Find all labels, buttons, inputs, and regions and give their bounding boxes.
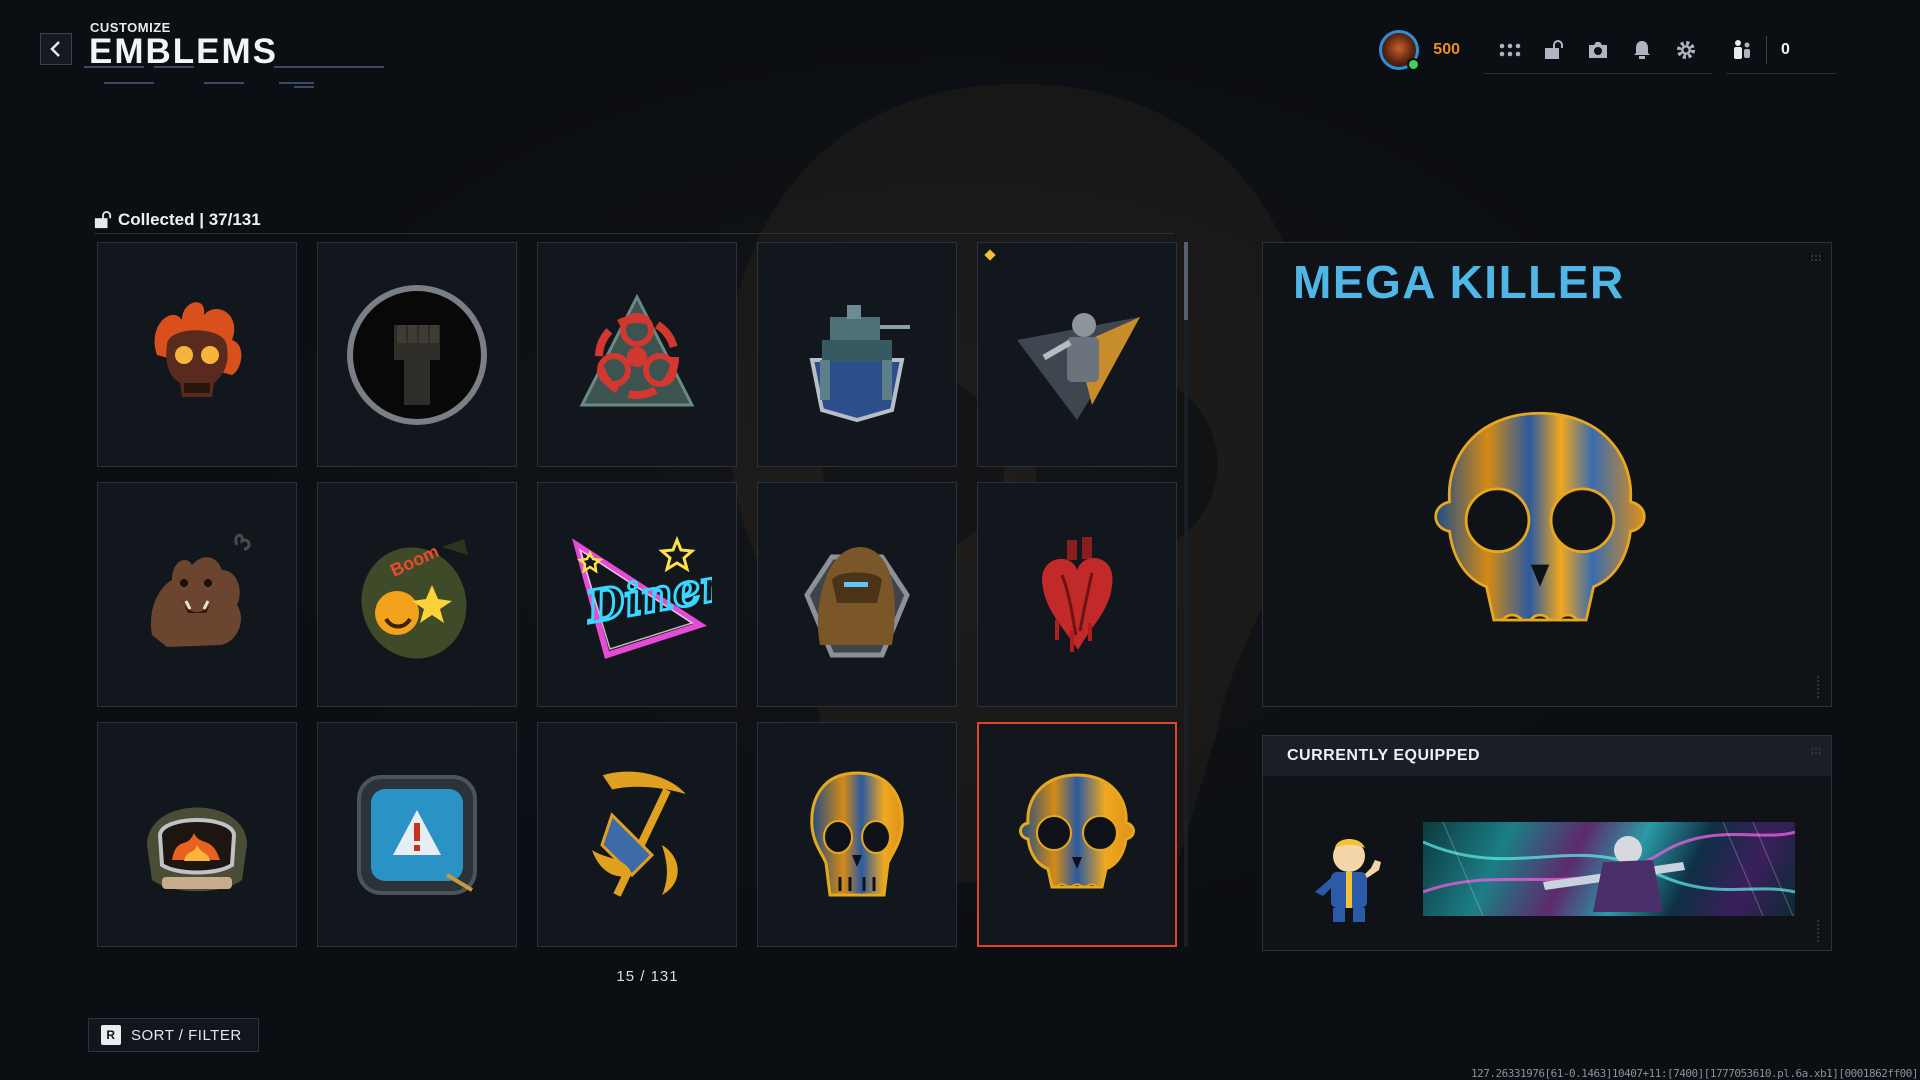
preview-title: MEGA KILLER <box>1293 256 1625 308</box>
mega-killer-skull-emblem <box>1019 772 1135 888</box>
panel-corner-dots-icon <box>1811 748 1821 754</box>
warning-monitor-emblem <box>357 774 477 895</box>
flaming-skull-emblem <box>154 301 242 397</box>
vault-boy-emblem[interactable] <box>1309 834 1387 926</box>
neon-operator-calling-card[interactable] <box>1423 822 1795 916</box>
new-item-indicator <box>984 249 996 261</box>
emblem-grid: Boom Diner <box>97 242 1177 947</box>
emblem-tile[interactable] <box>757 482 957 707</box>
diner-neon-emblem: Diner <box>572 535 712 659</box>
equipped-heading: CURRENTLY EQUIPPED <box>1263 736 1831 776</box>
yeti-emblem <box>804 546 910 657</box>
camera-icon[interactable] <box>1576 30 1620 70</box>
calling-card-art <box>1423 822 1795 916</box>
grid-scrollbar[interactable] <box>1184 242 1188 947</box>
gear-icon[interactable] <box>1664 30 1708 70</box>
bear-emblem <box>151 533 251 647</box>
online-status-icon <box>1407 58 1421 71</box>
emblem-tile[interactable] <box>97 722 297 947</box>
fist-emblem <box>347 284 487 425</box>
top-icon-bar <box>1484 26 1712 74</box>
operator-triangle-emblem <box>1017 312 1140 420</box>
emblem-tile[interactable] <box>977 482 1177 707</box>
party-widget[interactable]: 0 <box>1726 26 1836 74</box>
sort-filter-label: SORT / FILTER <box>131 1026 242 1044</box>
sort-filter-button[interactable]: R SORT / FILTER <box>88 1018 259 1052</box>
mech-walker-emblem <box>809 304 910 422</box>
panel-side-tag <box>1817 920 1823 942</box>
party-count: 0 <box>1781 40 1790 58</box>
unlock-icon[interactable] <box>1532 30 1576 70</box>
title-glitch-decoration <box>84 62 394 92</box>
skull-emblem <box>810 770 904 896</box>
anatomical-heart-emblem <box>1042 536 1113 652</box>
emblem-tile[interactable]: Diner <box>537 482 737 707</box>
reaper-scythe-emblem <box>592 770 689 897</box>
currently-equipped-panel: CURRENTLY EQUIPPED <box>1262 735 1832 951</box>
panel-corner-dots-icon <box>1811 255 1821 261</box>
bomb-suit-helmet-emblem <box>147 807 247 891</box>
bomb-emblem: Boom <box>361 538 468 659</box>
emblem-preview-panel: MEGA KILLER <box>1262 242 1832 707</box>
scrollbar-thumb[interactable] <box>1184 242 1188 320</box>
panel-side-tag <box>1817 676 1823 698</box>
bell-icon[interactable] <box>1620 30 1664 70</box>
collection-header: Collected | 37/131 <box>94 206 1174 234</box>
currency-amount: 500 <box>1433 41 1460 58</box>
player-avatar[interactable] <box>1379 30 1421 71</box>
item-position-counter: 15 / 131 <box>616 968 679 985</box>
biohazard-emblem <box>579 293 695 406</box>
emblem-tile[interactable] <box>537 242 737 467</box>
top-bar: 500 0 <box>1379 26 1836 74</box>
unlock-icon <box>94 210 112 229</box>
mega-killer-preview-emblem <box>1434 411 1646 622</box>
collected-count: Collected | 37/131 <box>118 209 261 229</box>
debug-build-string: 127.26331976[61-0.1463]10407+11:[7400][1… <box>1471 1067 1918 1080</box>
emblem-tile[interactable] <box>757 722 957 947</box>
emblem-tile[interactable] <box>537 722 737 947</box>
emblem-tile-selected[interactable] <box>977 722 1177 947</box>
party-icon <box>1734 39 1750 59</box>
emblem-tile[interactable] <box>317 242 517 467</box>
emblem-tile[interactable] <box>97 242 297 467</box>
emblem-tile[interactable] <box>317 722 517 947</box>
emblem-tile[interactable] <box>977 242 1177 467</box>
back-button[interactable] <box>40 33 72 65</box>
emblem-tile[interactable] <box>757 242 957 467</box>
r-key-icon: R <box>101 1025 121 1045</box>
emblem-tile[interactable] <box>97 482 297 707</box>
emblem-tile[interactable]: Boom <box>317 482 517 707</box>
chevron-left-icon <box>50 41 60 57</box>
grid-dots-icon[interactable] <box>1488 30 1532 70</box>
